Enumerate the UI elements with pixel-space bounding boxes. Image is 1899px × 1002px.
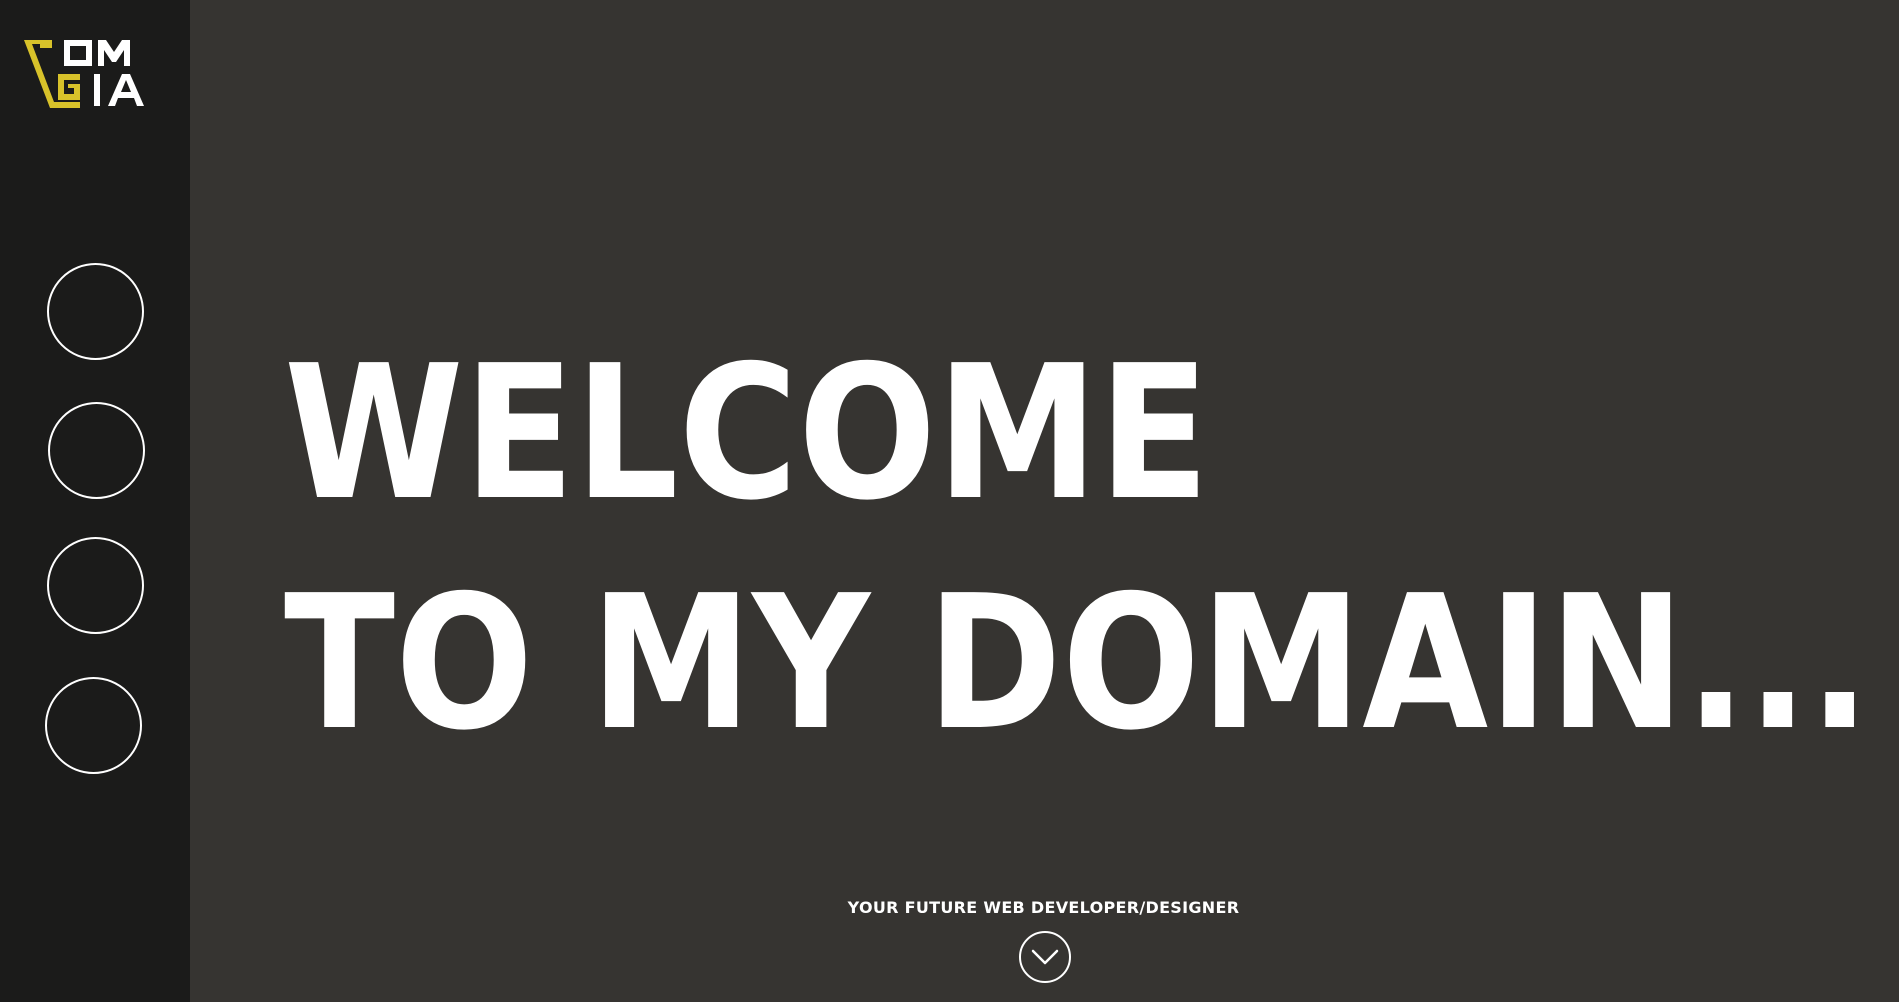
chevron-down-icon: [1031, 949, 1059, 965]
nav-circle-3[interactable]: [47, 537, 144, 634]
nav-circle-1[interactable]: [47, 263, 144, 360]
hero-title-line-2: TO MY DOMAIN...: [284, 555, 1871, 771]
hero-title-line-1: WELCOME: [284, 325, 1210, 541]
tomgia-logo[interactable]: [22, 36, 162, 116]
scroll-down-button[interactable]: [1019, 931, 1071, 983]
nav-circle-2[interactable]: [48, 402, 145, 499]
hero-tagline: YOUR FUTURE WEB DEVELOPER/DESIGNER: [847, 898, 1240, 917]
tomgia-logo-mark: [24, 40, 144, 108]
nav-circle-4[interactable]: [45, 677, 142, 774]
sidebar: [0, 0, 190, 1002]
hero-section: WELCOME TO MY DOMAIN... YOUR FUTURE WEB …: [190, 0, 1899, 1002]
